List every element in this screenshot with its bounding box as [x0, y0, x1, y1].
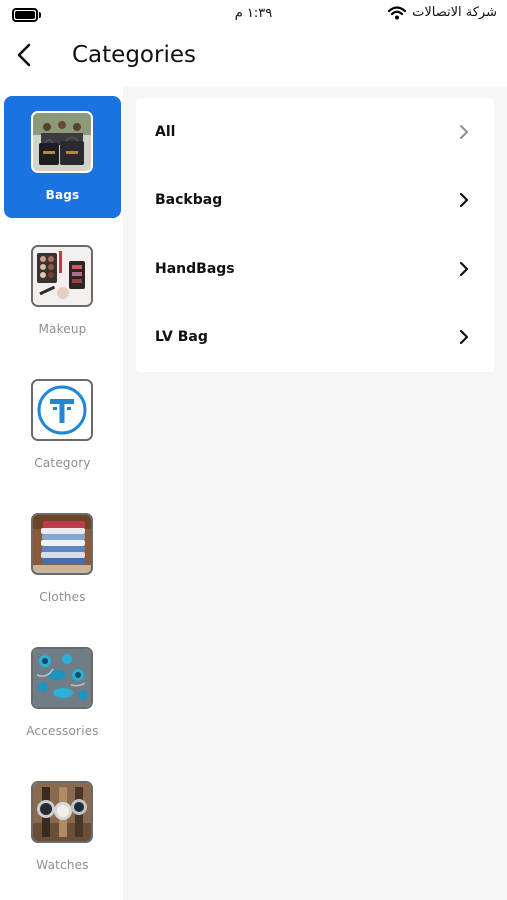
chevron-left-icon: [17, 43, 31, 67]
carrier-name: شركة الاتصالات: [412, 5, 497, 20]
subcategory-item-all[interactable]: All: [136, 98, 494, 166]
chevron-right-icon: [459, 329, 469, 345]
sidebar-item-bags[interactable]: Bags: [4, 96, 121, 218]
subcategory-item-backbag[interactable]: Backbag: [136, 166, 494, 234]
sidebar-item-category[interactable]: Category: [4, 364, 121, 486]
wifi-icon: [388, 5, 407, 20]
header: Categories: [0, 30, 507, 86]
clothes-thumbnail: [31, 513, 93, 575]
status-bar: ١:٣٩ م شركة الاتصالات: [0, 0, 507, 30]
back-button[interactable]: [10, 40, 40, 70]
subcategory-item-lv-bag[interactable]: LV Bag: [136, 303, 494, 371]
chevron-right-icon: [460, 125, 468, 139]
subcategory-label: LV Bag: [155, 329, 208, 345]
sidebar-item-watches[interactable]: Watches: [4, 766, 121, 888]
subcategory-panel: All Backbag HandBags LV Bag: [123, 87, 507, 900]
category-sidebar: Bags Makeup Category Clothes Accessories…: [0, 87, 123, 900]
page-title: Categories: [72, 42, 196, 68]
sidebar-item-label: Clothes: [39, 590, 86, 604]
category-logo-thumbnail: [31, 379, 93, 441]
watches-thumbnail: [31, 781, 93, 843]
sidebar-item-makeup[interactable]: Makeup: [4, 230, 121, 352]
subcategory-label: HandBags: [155, 261, 235, 277]
chevron-right-icon: [459, 261, 469, 277]
subcategory-list: All Backbag HandBags LV Bag: [136, 98, 494, 372]
subcategory-label: Backbag: [155, 192, 223, 208]
sidebar-item-accessories[interactable]: Accessories: [4, 632, 121, 754]
chevron-right-icon: [459, 192, 469, 208]
bags-thumbnail: [31, 111, 93, 173]
sidebar-item-label: Watches: [36, 858, 89, 872]
subcategory-item-handbags[interactable]: HandBags: [136, 235, 494, 303]
makeup-thumbnail: [31, 245, 93, 307]
sidebar-item-label: Bags: [45, 188, 80, 202]
sidebar-item-label: Makeup: [38, 322, 87, 336]
sidebar-item-clothes[interactable]: Clothes: [4, 498, 121, 620]
sidebar-item-label: Accessories: [26, 724, 99, 738]
sidebar-item-label: Category: [34, 456, 91, 470]
accessories-thumbnail: [31, 647, 93, 709]
subcategory-label: All: [155, 124, 176, 140]
status-right: شركة الاتصالات: [388, 5, 497, 20]
